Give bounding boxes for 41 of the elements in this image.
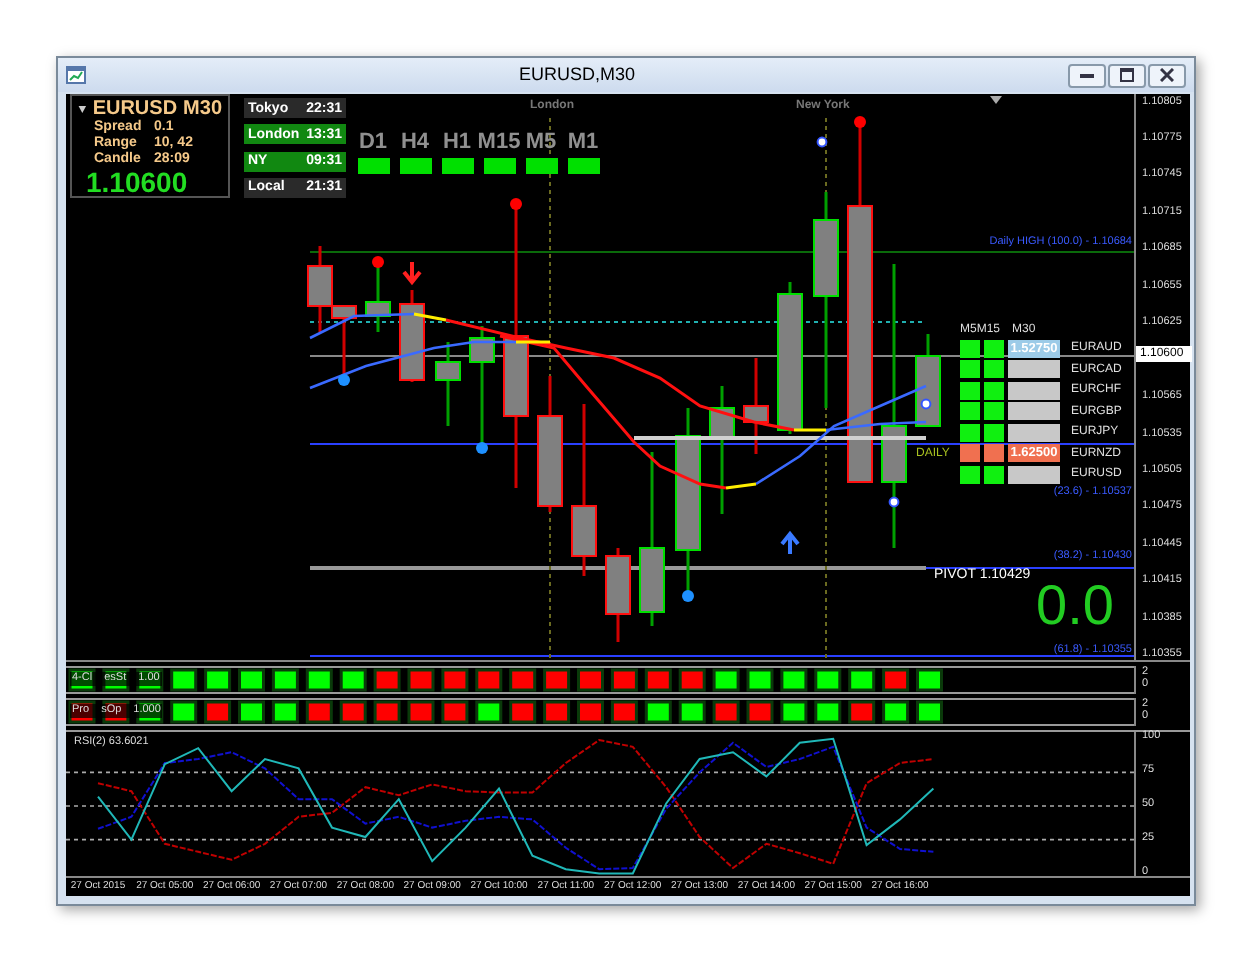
candle bbox=[605, 548, 631, 642]
dropdown-icon bbox=[990, 96, 1002, 104]
candle bbox=[469, 326, 495, 448]
signal-dot bbox=[372, 256, 384, 268]
maximize-button[interactable] bbox=[1108, 63, 1146, 87]
symbol-label: EURUSD bbox=[92, 98, 178, 120]
timeframe-label: D1 bbox=[358, 132, 388, 154]
candle bbox=[307, 246, 333, 332]
arrow-down-icon bbox=[402, 260, 422, 286]
app-icon bbox=[66, 66, 86, 84]
timeframe-label: H4 bbox=[400, 132, 430, 154]
candle bbox=[915, 334, 941, 427]
timeframe-label: M15 bbox=[477, 132, 521, 154]
close-button[interactable] bbox=[1148, 63, 1186, 87]
candle bbox=[331, 305, 357, 376]
marker-icon bbox=[888, 496, 900, 508]
price-value: 1.10600 bbox=[84, 168, 190, 198]
signal-dot bbox=[338, 374, 350, 386]
candle bbox=[709, 386, 735, 514]
window-title: EURUSD,M30 bbox=[516, 61, 637, 88]
signal-dot bbox=[854, 116, 866, 128]
candle bbox=[435, 342, 461, 426]
minimize-icon bbox=[1080, 72, 1094, 78]
minimize-button[interactable] bbox=[1068, 63, 1106, 87]
big-value: 0.0 bbox=[1036, 578, 1114, 634]
candle bbox=[399, 290, 425, 382]
close-icon bbox=[1160, 68, 1174, 82]
timeframe-label: M30 bbox=[183, 98, 222, 120]
candle bbox=[743, 358, 769, 454]
arrow-up-icon bbox=[780, 530, 800, 556]
timeframe-label: M5 bbox=[525, 132, 557, 154]
dropdown-icon[interactable] bbox=[78, 105, 87, 113]
candle bbox=[537, 376, 563, 512]
signal-dot bbox=[682, 590, 694, 602]
signal-dot bbox=[510, 198, 522, 210]
timeframe-label: M1 bbox=[567, 132, 599, 154]
timeframe-label: H1 bbox=[442, 132, 472, 154]
signal-dot bbox=[476, 442, 488, 454]
maximize-icon bbox=[1120, 68, 1134, 82]
marker-icon bbox=[920, 398, 932, 410]
marker-icon bbox=[816, 136, 828, 148]
